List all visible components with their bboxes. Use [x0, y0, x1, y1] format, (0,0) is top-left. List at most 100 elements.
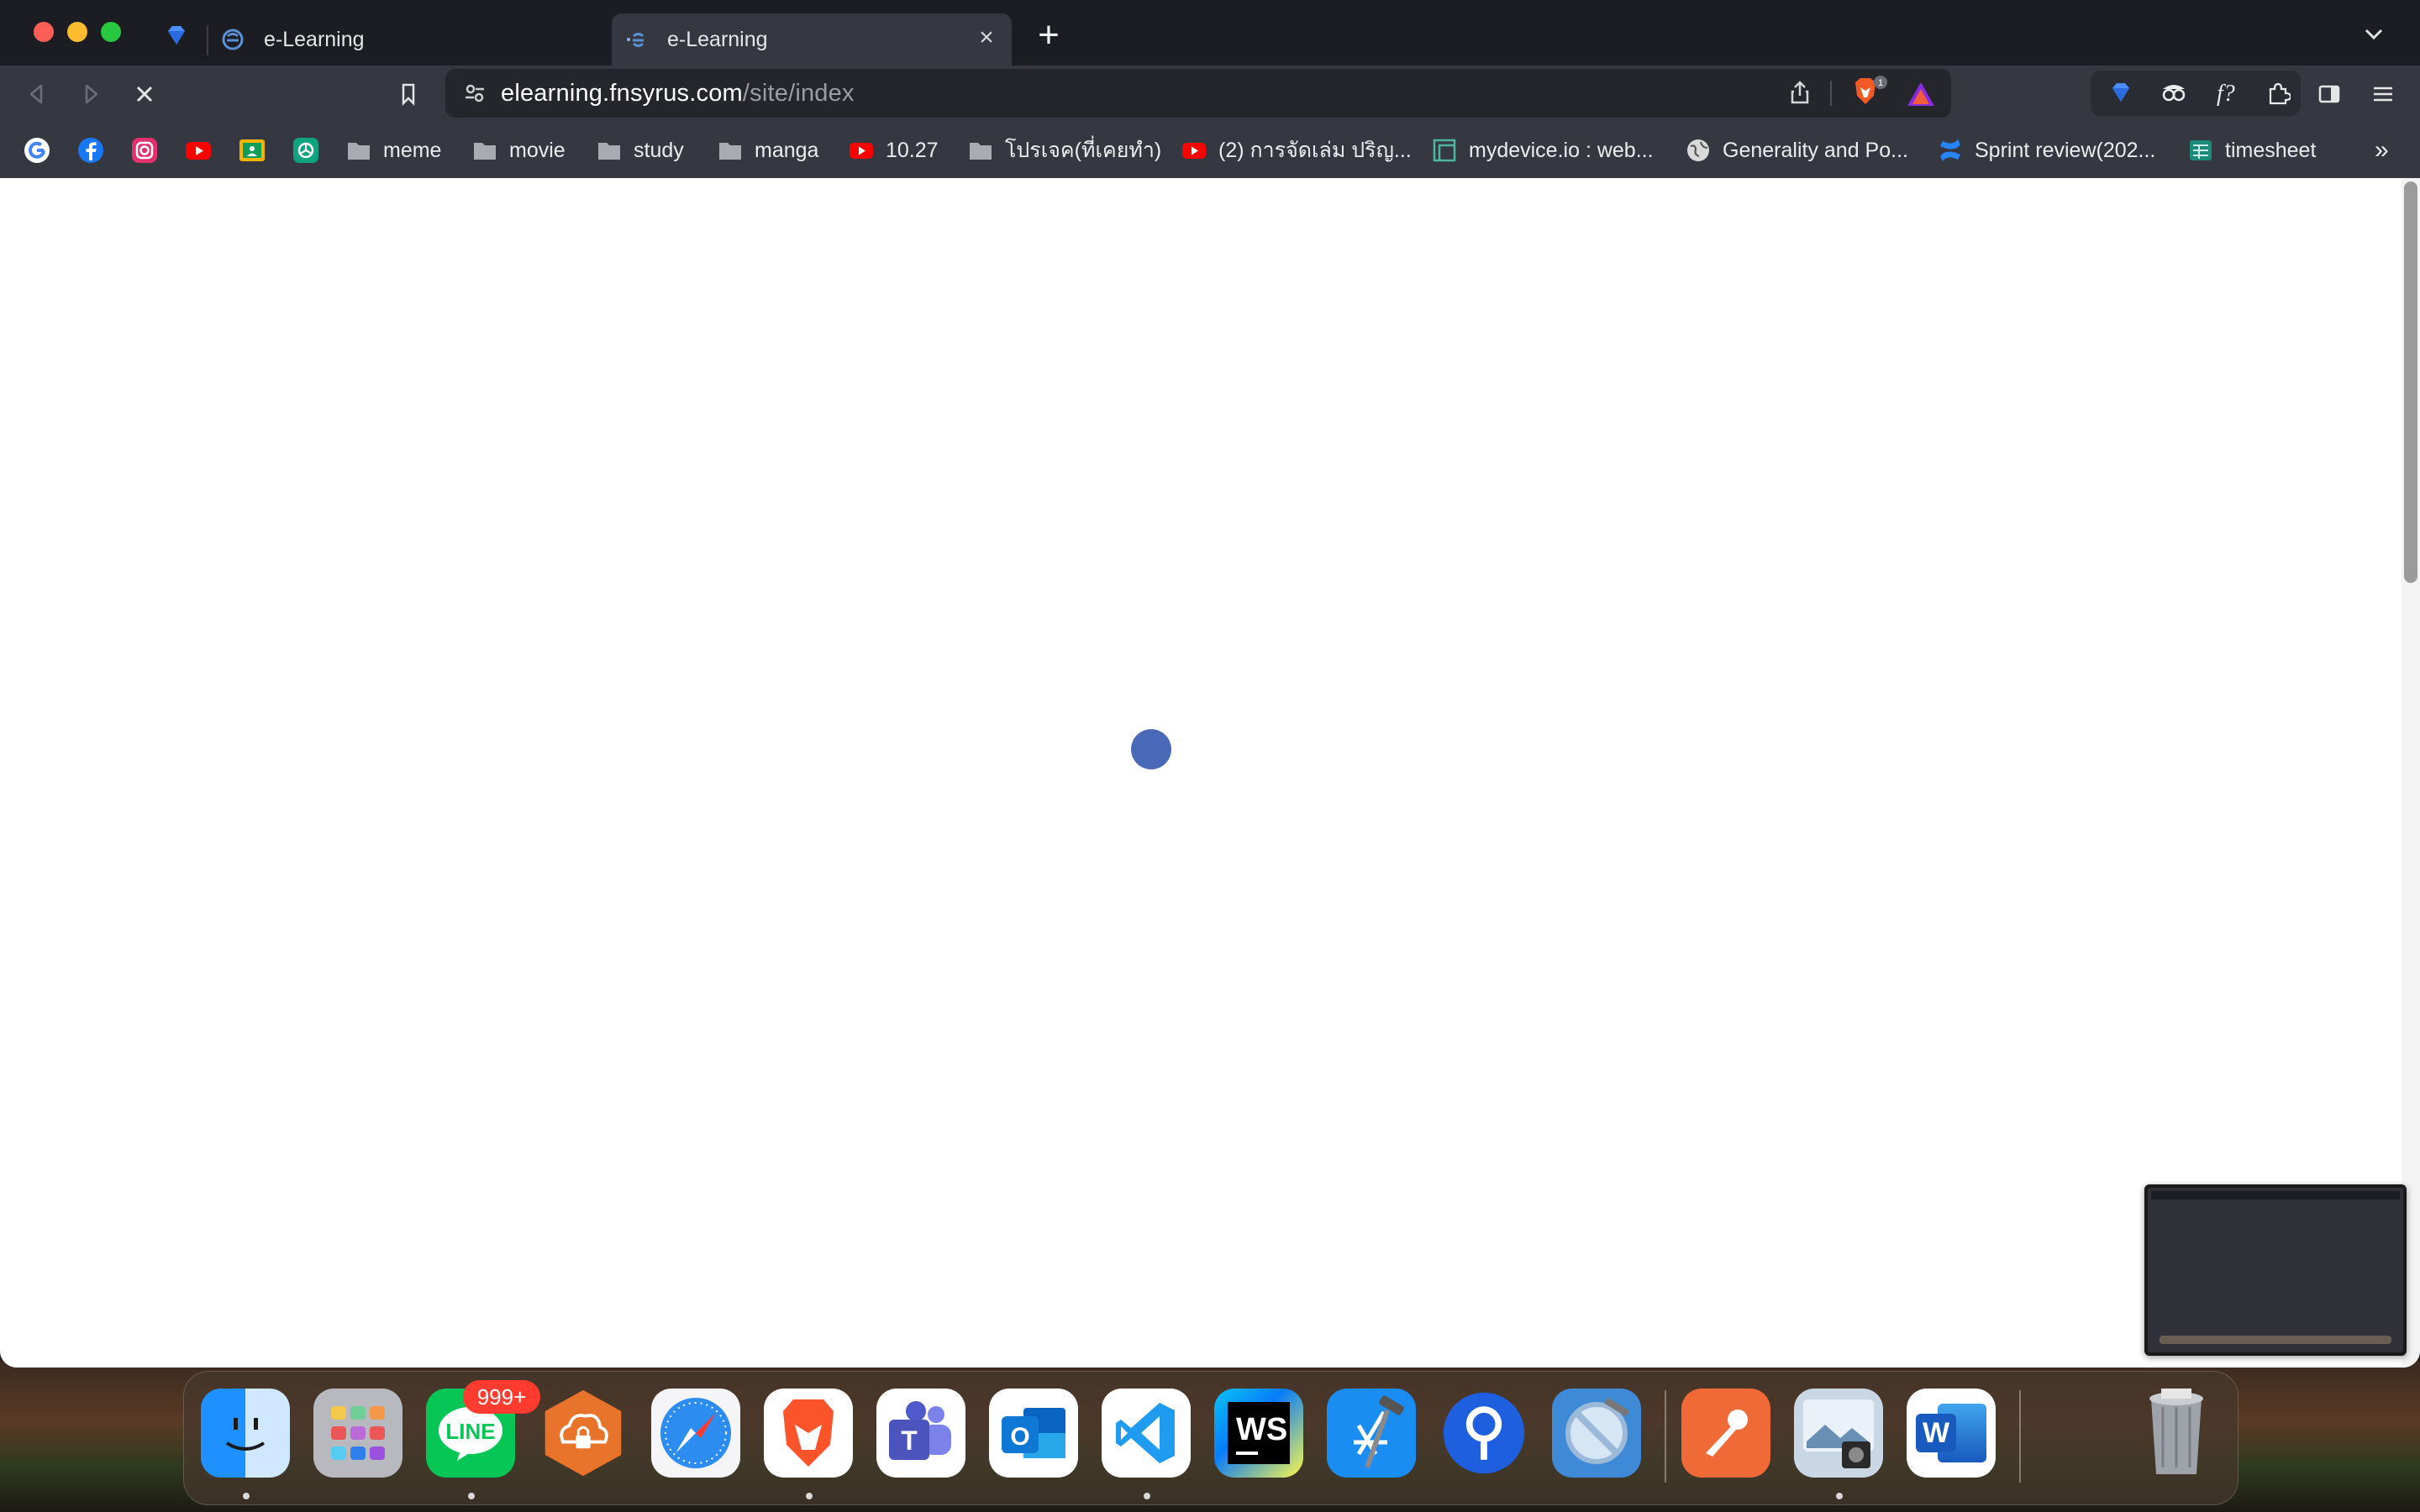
- sidebar-icon: [2318, 85, 2340, 103]
- share-icon[interactable]: [1786, 79, 1813, 106]
- sheet-icon: [2190, 140, 2212, 160]
- dock-safari[interactable]: [651, 1389, 740, 1478]
- bookmark-page-button[interactable]: [392, 77, 425, 111]
- sidebar-toggle-button[interactable]: [2312, 77, 2346, 111]
- forward-button[interactable]: [74, 77, 108, 111]
- url-divider: [1830, 81, 1832, 106]
- youtube-icon: [850, 143, 873, 159]
- word-letter-box: W: [1916, 1414, 1956, 1452]
- tab-elearning-active[interactable]: e-Learning ×: [612, 13, 1012, 66]
- running-indicator: [468, 1493, 475, 1499]
- folder-icon: [474, 143, 496, 160]
- loading-favicon-icon: [627, 33, 644, 47]
- site-settings-icon[interactable]: [462, 81, 487, 106]
- bookmark-youtube-1027[interactable]: 10.27: [849, 134, 939, 166]
- bookmark-generality[interactable]: Generality and Po...: [1686, 134, 1908, 166]
- url-path: /site/index: [742, 79, 855, 107]
- blocked-circle-icon: [1565, 1397, 1630, 1464]
- globe-icon: [1687, 139, 1709, 161]
- webstorm-underline: [1236, 1451, 1258, 1455]
- bookmark-mydevice[interactable]: mydevice.io : web...: [1432, 134, 1654, 166]
- puzzle-extensions-icon[interactable]: [2265, 81, 2291, 106]
- bookmark-youtube-thesis[interactable]: (2) การจัดเล่ม ปริญ...: [1181, 134, 1412, 166]
- main-menu-button[interactable]: [2366, 77, 2400, 111]
- brave-rewards-icon[interactable]: [1906, 81, 1936, 108]
- dock-cloud-lock[interactable]: [539, 1389, 628, 1478]
- chevron-down-icon[interactable]: [2361, 24, 2386, 45]
- dock-finder[interactable]: [201, 1389, 290, 1478]
- bookmark-folder-movie[interactable]: movie: [472, 134, 566, 166]
- screenshot-thumbnail[interactable]: [2144, 1184, 2407, 1356]
- running-indicator: [806, 1493, 813, 1499]
- brave-shields-icon[interactable]: 1: [1850, 76, 1887, 109]
- bookmark-google[interactable]: [24, 134, 50, 166]
- dock: LINE 999+ T O WS W: [183, 1371, 2238, 1505]
- classroom-icon: [239, 139, 265, 161]
- bookmark-sprint-review[interactable]: Sprint review(202...: [1938, 134, 2155, 166]
- close-tab-icon[interactable]: ×: [973, 25, 1000, 52]
- dock-webstorm[interactable]: WS: [1214, 1389, 1303, 1478]
- bookmarks-bar: meme movie study manga 10.27 โปรเจค(ที่เ…: [0, 123, 2420, 179]
- svg-text:T: T: [901, 1425, 918, 1456]
- proxyman-icon: [1443, 1392, 1525, 1474]
- youtube-icon: [1182, 143, 1206, 159]
- bookmark-label: manga: [755, 138, 819, 162]
- dock-vscode[interactable]: [1102, 1389, 1191, 1478]
- bookmark-folder-study[interactable]: study: [597, 134, 684, 166]
- svg-text:LINE: LINE: [445, 1419, 495, 1444]
- dock-outlook[interactable]: O: [989, 1389, 1078, 1478]
- dock-postman[interactable]: [1681, 1389, 1770, 1478]
- dock-separator: [2019, 1390, 2021, 1483]
- bookmarks-overflow-button[interactable]: »: [2375, 134, 2389, 166]
- bookmark-youtube[interactable]: [185, 134, 212, 166]
- bookmark-folder-meme[interactable]: meme: [346, 134, 441, 166]
- tab-bar: e-Learning e-Learning × +: [0, 0, 2420, 66]
- forward-arrow-icon: [85, 84, 98, 104]
- elearning-favicon-icon: [222, 29, 244, 50]
- brave-lion-icon: [783, 1399, 834, 1467]
- dock-teams[interactable]: T: [876, 1389, 965, 1478]
- bookmark-instagram[interactable]: [131, 134, 158, 166]
- overflow-chevron-icon: »: [2375, 136, 2389, 164]
- launchpad-grid-icon: [331, 1406, 385, 1460]
- running-indicator: [243, 1493, 250, 1499]
- dock-proxyman[interactable]: [1439, 1389, 1528, 1478]
- new-tab-button[interactable]: +: [1032, 17, 1065, 54]
- bookmark-timesheet[interactable]: timesheet: [2188, 134, 2316, 166]
- formula-extension-icon[interactable]: f?: [2213, 79, 2244, 108]
- close-window-button[interactable]: [34, 22, 54, 42]
- dock-simulator[interactable]: [1552, 1389, 1641, 1478]
- bookmark-classroom[interactable]: [239, 134, 266, 166]
- dock-launchpad[interactable]: [313, 1389, 402, 1478]
- stop-loading-button[interactable]: [128, 77, 161, 111]
- dock-preview[interactable]: [1794, 1389, 1883, 1478]
- back-button[interactable]: [20, 77, 54, 111]
- bookmark-folder-projects[interactable]: โปรเจค(ที่เคยทำ): [968, 134, 1161, 166]
- dock-brave[interactable]: [764, 1389, 853, 1478]
- spy-extension-icon[interactable]: [2160, 79, 2188, 106]
- bookmark-chatgpt[interactable]: [292, 134, 319, 166]
- bookmark-folder-manga[interactable]: manga: [718, 134, 818, 166]
- back-arrow-icon: [29, 84, 43, 104]
- dock-word[interactable]: W: [1907, 1389, 1996, 1478]
- bookmark-label: (2) การจัดเล่ม ปริญ...: [1218, 139, 1412, 162]
- webstorm-label: WS: [1236, 1411, 1288, 1447]
- minimize-window-button[interactable]: [67, 22, 87, 42]
- bookmark-label: Generality and Po...: [1723, 138, 1908, 162]
- tab-title: e-Learning: [264, 27, 365, 51]
- address-bar[interactable]: elearning.fnsyrus.com/site/index 1: [445, 69, 1951, 118]
- scrollbar-thumb[interactable]: [2404, 181, 2417, 583]
- dock-xcode[interactable]: [1327, 1389, 1416, 1478]
- maximize-window-button[interactable]: [101, 22, 121, 42]
- diamond-extension-icon[interactable]: [2109, 81, 2133, 104]
- bookmark-facebook[interactable]: [77, 134, 104, 166]
- chatgpt-icon: [293, 138, 318, 163]
- dock-trash[interactable]: [2132, 1389, 2221, 1478]
- outlook-icon: O: [1002, 1408, 1065, 1458]
- bookmark-icon: [402, 83, 415, 107]
- pinned-tab-diamond-icon[interactable]: [165, 24, 188, 47]
- outlook-letter: O: [1010, 1423, 1029, 1451]
- tab-elearning[interactable]: e-Learning: [208, 13, 603, 66]
- toolbar: elearning.fnsyrus.com/site/index 1 f?: [0, 66, 2420, 123]
- url-host: elearning.fnsyrus.com: [501, 79, 743, 107]
